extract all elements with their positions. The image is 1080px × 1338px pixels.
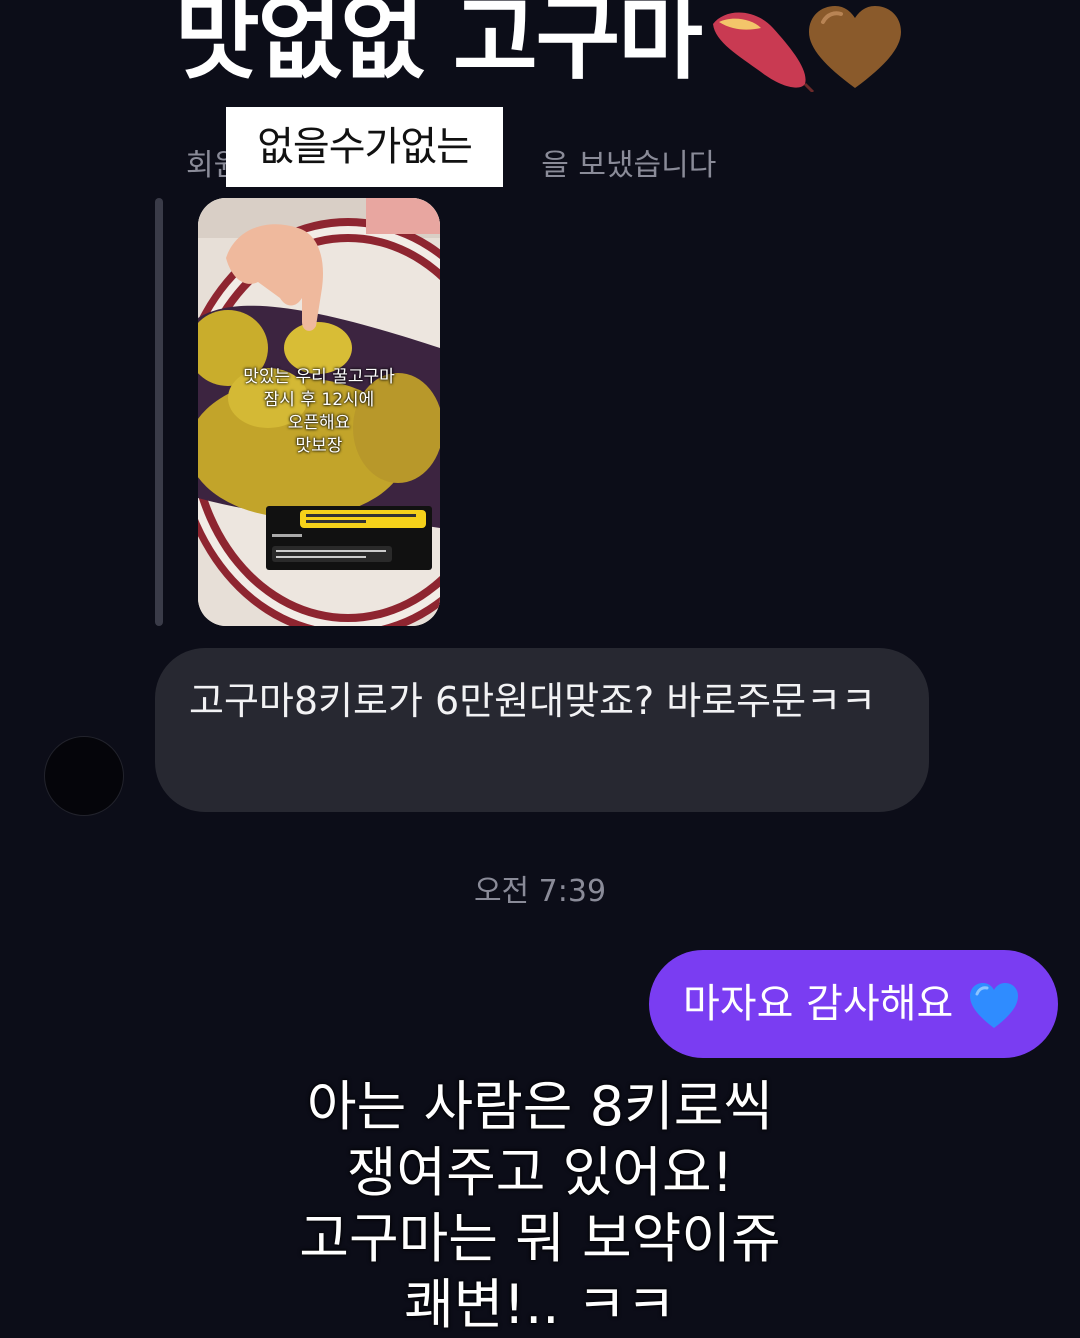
brown-heart-icon	[809, 6, 901, 88]
shared-story-caption: 맛있는 우리 꿀고구마 잠시 후 12시에 오픈해요 맛보장	[243, 367, 395, 456]
story-caption: 아는 사람은 8키로씩 쟁여주고 있어요! 고구마는 뭐 보약이쥬 쾌변!.. …	[0, 1074, 1080, 1338]
blue-heart-icon	[970, 983, 1019, 1028]
incoming-message: 고구마8키로가 6만원대맞죠? 바로주문ㅋㅋ	[155, 648, 929, 812]
caption-line: 쾌변!.. ㅋㅋ	[404, 1273, 676, 1336]
title-emojis	[705, 0, 905, 96]
text-sticker: 없을수가없는	[226, 107, 503, 187]
sweet-potato-icon	[713, 12, 815, 94]
sender-avatar[interactable]	[44, 736, 124, 816]
caption-line: 고구마는 뭐 보약이쥬	[299, 1207, 781, 1270]
embedded-chat-screenshot	[266, 506, 432, 570]
message-timestamp: 오전 7:39	[473, 874, 607, 909]
story-title: 맛없없 고구마	[175, 0, 703, 92]
outgoing-message: 마자요 감사해요	[649, 950, 1058, 1058]
caption-line: 아는 사람은 8키로씩	[306, 1075, 774, 1138]
reply-header-end: 을 보냈습니다	[541, 148, 717, 183]
shared-story-thumbnail[interactable]: 맛있는 우리 꿀고구마 잠시 후 12시에 오픈해요 맛보장	[198, 198, 440, 626]
caption-line: 쟁여주고 있어요!	[346, 1141, 734, 1204]
reply-quote-bar	[155, 198, 163, 626]
outgoing-message-text: 마자요 감사해요	[683, 981, 954, 1027]
